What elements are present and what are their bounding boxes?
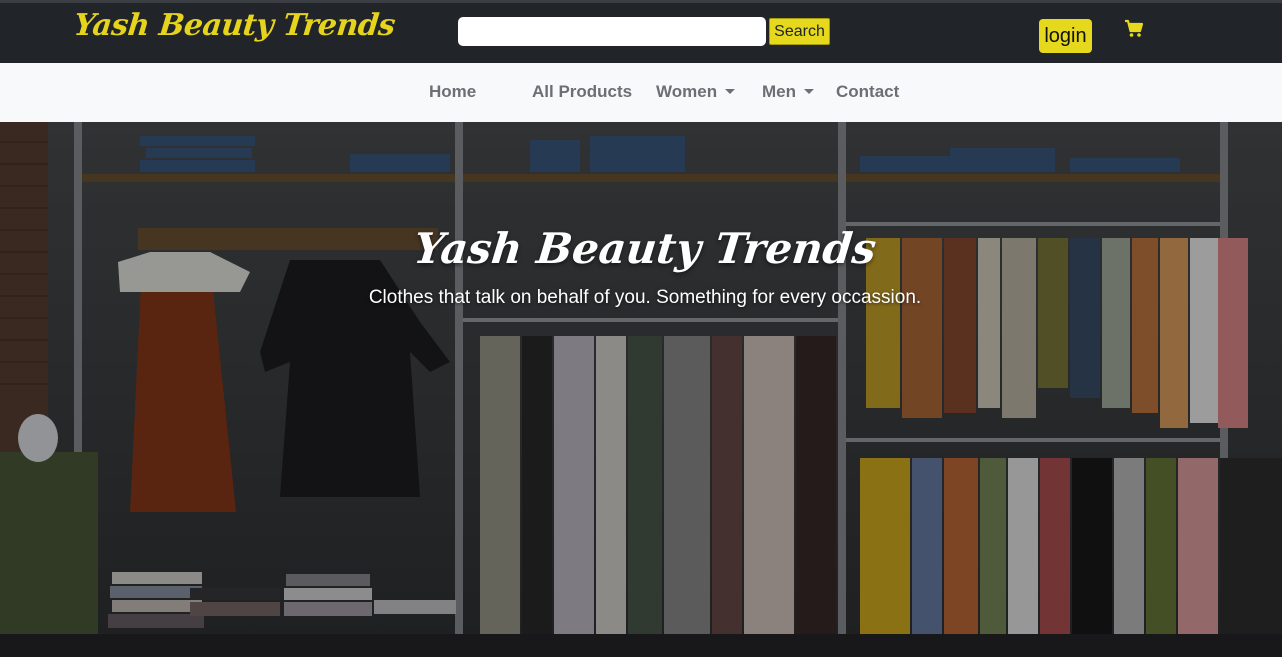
- search-button[interactable]: Search: [769, 18, 830, 45]
- chevron-down-icon: [725, 89, 736, 94]
- chevron-down-icon: [804, 89, 814, 94]
- nav-all-products-label: All Products: [532, 82, 633, 101]
- nav-contact[interactable]: Contact: [836, 82, 899, 102]
- category-navbar: Home All Products Women Men Contact: [0, 63, 1282, 122]
- search-input[interactable]: [458, 17, 766, 46]
- nav-women-dropdown[interactable]: Women: [656, 82, 736, 102]
- nav-home[interactable]: Home: [429, 82, 476, 102]
- hero-subtitle: Clothes that talk on behalf of you. Some…: [368, 287, 922, 308]
- nav-all-products[interactable]: All Products: [532, 82, 632, 102]
- nav-contact-label: Contact: [836, 82, 900, 101]
- hero-title: Yash Beauty Trends: [411, 224, 879, 273]
- nav-men-label: Men: [762, 82, 796, 101]
- login-button[interactable]: login: [1039, 19, 1092, 53]
- hero-banner: Yash Beauty Trends Clothes that talk on …: [0, 122, 1282, 657]
- nav-home-label: Home: [429, 82, 477, 101]
- top-navbar: Yash Beauty Trends Search login: [0, 0, 1282, 63]
- nav-women-label: Women: [656, 82, 718, 101]
- nav-men-dropdown[interactable]: Men: [762, 82, 814, 102]
- brand-logo[interactable]: Yash Beauty Trends: [72, 8, 396, 43]
- hero-overlay: [0, 122, 1282, 657]
- cart-icon[interactable]: [1124, 19, 1144, 39]
